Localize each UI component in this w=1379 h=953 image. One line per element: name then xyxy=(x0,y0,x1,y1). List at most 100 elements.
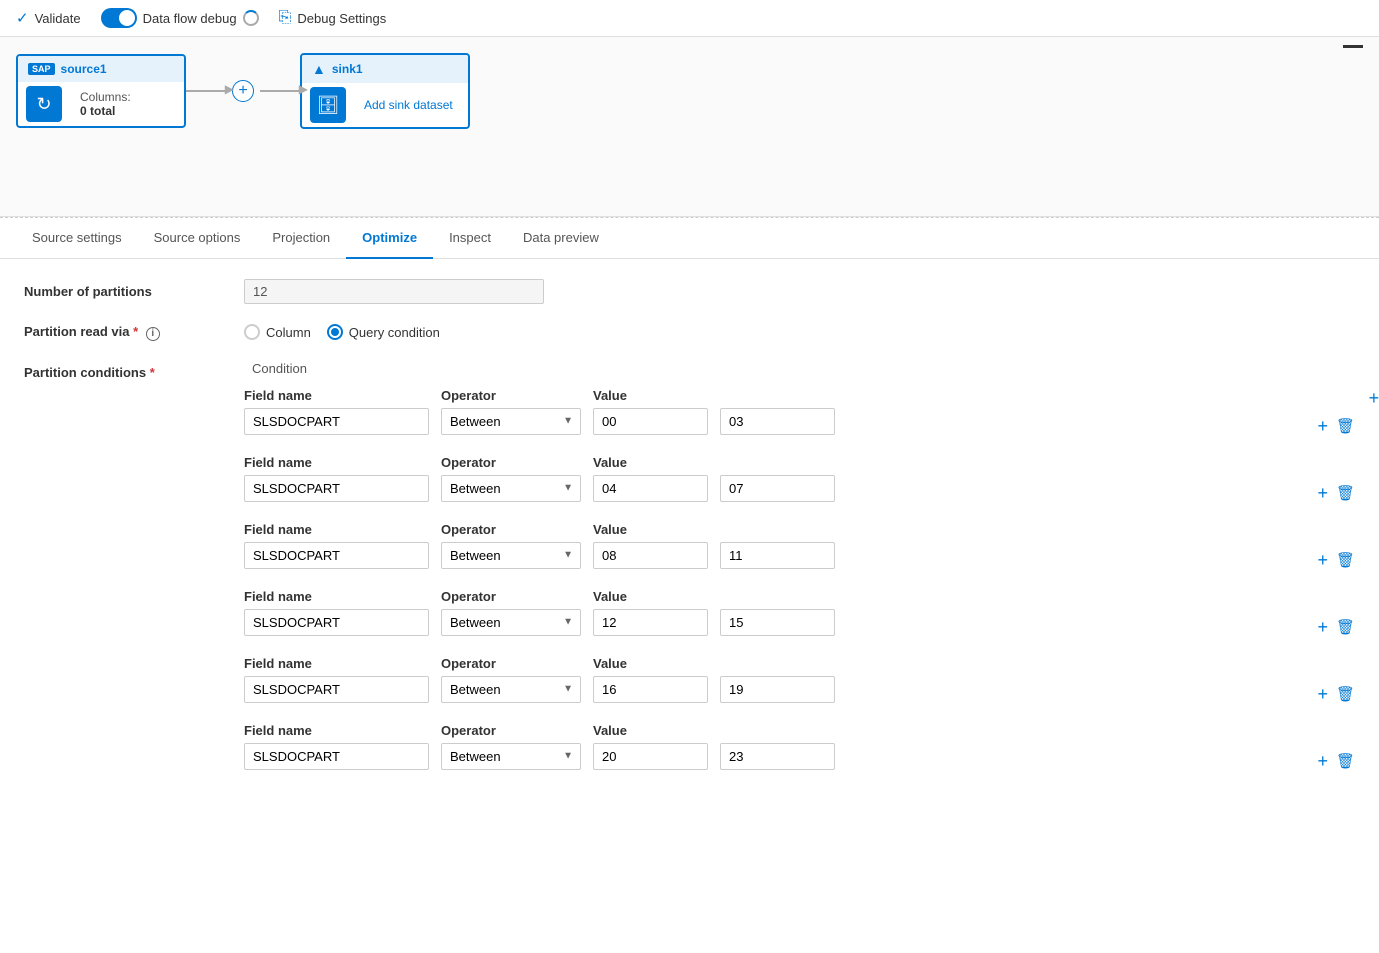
partition-read-row: Partition read via * i Column Query cond… xyxy=(24,324,1355,341)
field-input-4[interactable] xyxy=(244,676,429,703)
info-icon[interactable]: i xyxy=(146,327,160,341)
operator-select-3[interactable]: Between Equals Greater Less xyxy=(441,609,581,636)
value2-input-5[interactable] xyxy=(720,743,835,770)
field-input-5[interactable] xyxy=(244,743,429,770)
columns-label: Columns: xyxy=(80,90,131,104)
partition-conditions-required: * xyxy=(150,365,155,380)
connector-line xyxy=(186,90,226,92)
value1-input-5[interactable] xyxy=(593,743,708,770)
operator-select-2[interactable]: Between Equals Greater Less xyxy=(441,542,581,569)
header-val-0: Value xyxy=(593,388,833,403)
tab-source-options[interactable]: Source options xyxy=(138,218,257,259)
value2-input-3[interactable] xyxy=(720,609,835,636)
value1-input-2[interactable] xyxy=(593,542,708,569)
row-add-btn-3[interactable]: + xyxy=(1317,617,1328,638)
row-delete-btn-2[interactable]: 🗑 xyxy=(1336,551,1355,569)
radio-query-condition[interactable]: Query condition xyxy=(327,324,440,340)
tab-inspect[interactable]: Inspect xyxy=(433,218,507,259)
value2-input-2[interactable] xyxy=(720,542,835,569)
row-add-btn-4[interactable]: + xyxy=(1317,684,1328,705)
field-input-3[interactable] xyxy=(244,609,429,636)
debug-settings-icon: ⎘ xyxy=(279,9,292,27)
source-node-body: Columns: 0 total xyxy=(70,82,141,126)
tab-data-preview[interactable]: Data preview xyxy=(507,218,615,259)
canvas-area: SAP source1 ↻ Columns: 0 total + xyxy=(0,37,1379,217)
row-add-btn-2[interactable]: + xyxy=(1317,550,1328,571)
condition-block-4: Field name Operator Value Between Equals… xyxy=(244,656,835,703)
required-marker: * xyxy=(133,324,138,339)
value1-input-4[interactable] xyxy=(593,676,708,703)
sink-db-icon: 🗄 xyxy=(317,95,340,116)
num-partitions-label: Number of partitions xyxy=(24,284,244,299)
header-field-0: Field name xyxy=(244,388,429,403)
validate-label: Validate xyxy=(35,11,81,26)
sink-node-header: ▲ sink1 xyxy=(302,55,468,83)
value1-input-0[interactable] xyxy=(593,408,708,435)
outer-add-button[interactable]: + xyxy=(1369,388,1379,409)
field-input-1[interactable] xyxy=(244,475,429,502)
add-btn[interactable]: + xyxy=(232,80,254,102)
data-flow-debug-label: Data flow debug xyxy=(143,11,237,26)
connector: + xyxy=(186,80,300,102)
value2-input-4[interactable] xyxy=(720,676,835,703)
condition-block-1: Field name Operator Value Between Equals… xyxy=(244,455,835,502)
radio-column[interactable]: Column xyxy=(244,324,311,340)
condition-row-wrapper: Field name Operator Value Between Equals… xyxy=(244,589,1355,636)
header-val-5: Value xyxy=(593,723,833,738)
operator-select-1[interactable]: Between Equals Greater Less xyxy=(441,475,581,502)
toggle-switch[interactable] xyxy=(101,8,137,28)
field-input-0[interactable] xyxy=(244,408,429,435)
value2-input-1[interactable] xyxy=(720,475,835,502)
operator-select-5[interactable]: Between Equals Greater Less xyxy=(441,743,581,770)
source-node-inner: ↻ Columns: 0 total xyxy=(18,82,184,126)
condition-row-wrapper: Field name Operator Value Between Equals… xyxy=(244,388,1355,435)
row-delete-btn-3[interactable]: 🗑 xyxy=(1336,618,1355,636)
operator-select-4[interactable]: Between Equals Greater Less xyxy=(441,676,581,703)
header-op-1: Operator xyxy=(441,455,581,470)
source-node[interactable]: SAP source1 ↻ Columns: 0 total xyxy=(16,54,186,128)
check-icon: ✓ xyxy=(16,9,29,27)
num-partitions-input[interactable] xyxy=(244,279,544,304)
value2-input-0[interactable] xyxy=(720,408,835,435)
row-add-btn-1[interactable]: + xyxy=(1317,483,1328,504)
header-op-2: Operator xyxy=(441,522,581,537)
condition-row-wrapper: Field name Operator Value Between Equals… xyxy=(244,656,1355,703)
tab-projection[interactable]: Projection xyxy=(256,218,346,259)
row-delete-btn-5[interactable]: 🗑 xyxy=(1336,752,1355,770)
columns-count: 0 total xyxy=(80,104,131,118)
add-node-button[interactable]: + xyxy=(232,80,254,102)
header-val-3: Value xyxy=(593,589,833,604)
data-flow-debug-toggle[interactable]: Data flow debug xyxy=(101,8,259,28)
radio-column-label: Column xyxy=(266,325,311,340)
debug-settings-button[interactable]: ⎘ Debug Settings xyxy=(279,9,387,27)
condition-block-2: Field name Operator Value Between Equals… xyxy=(244,522,835,569)
partition-read-label: Partition read via * i xyxy=(24,324,244,341)
outer-top-actions: + 🗑 xyxy=(1369,388,1379,409)
value1-input-1[interactable] xyxy=(593,475,708,502)
sink-node[interactable]: ▲ sink1 🗄 Add sink dataset xyxy=(300,53,470,129)
field-input-2[interactable] xyxy=(244,542,429,569)
row-delete-btn-1[interactable]: 🗑 xyxy=(1336,484,1355,502)
header-field-1: Field name xyxy=(244,455,429,470)
value1-input-3[interactable] xyxy=(593,609,708,636)
radio-circle-query[interactable] xyxy=(327,324,343,340)
sink-node-inner: 🗄 Add sink dataset xyxy=(302,83,468,127)
validate-button[interactable]: ✓ Validate xyxy=(16,9,81,27)
row-add-btn-5[interactable]: + xyxy=(1317,751,1328,772)
row-delete-btn-4[interactable]: 🗑 xyxy=(1336,685,1355,703)
header-val-2: Value xyxy=(593,522,833,537)
sink-node-body[interactable]: Add sink dataset xyxy=(354,90,463,120)
azure-icon: ▲ xyxy=(312,61,326,77)
source-flow-icon: ↻ xyxy=(36,94,51,115)
minimize-bar[interactable] xyxy=(1343,45,1363,48)
condition-label: Condition xyxy=(252,361,1355,376)
header-field-5: Field name xyxy=(244,723,429,738)
radio-circle-column[interactable] xyxy=(244,324,260,340)
tab-optimize[interactable]: Optimize xyxy=(346,218,433,259)
conditions-outer: + 🗑 Field name Operator Value Between Eq… xyxy=(244,388,1355,770)
operator-select-0[interactable]: Between Equals Greater Less xyxy=(441,408,581,435)
condition-block-0: Field name Operator Value Between Equals… xyxy=(244,388,835,435)
row-add-btn-0[interactable]: + xyxy=(1317,416,1328,437)
tab-source-settings[interactable]: Source settings xyxy=(16,218,138,259)
row-delete-btn-0[interactable]: 🗑 xyxy=(1336,417,1355,435)
